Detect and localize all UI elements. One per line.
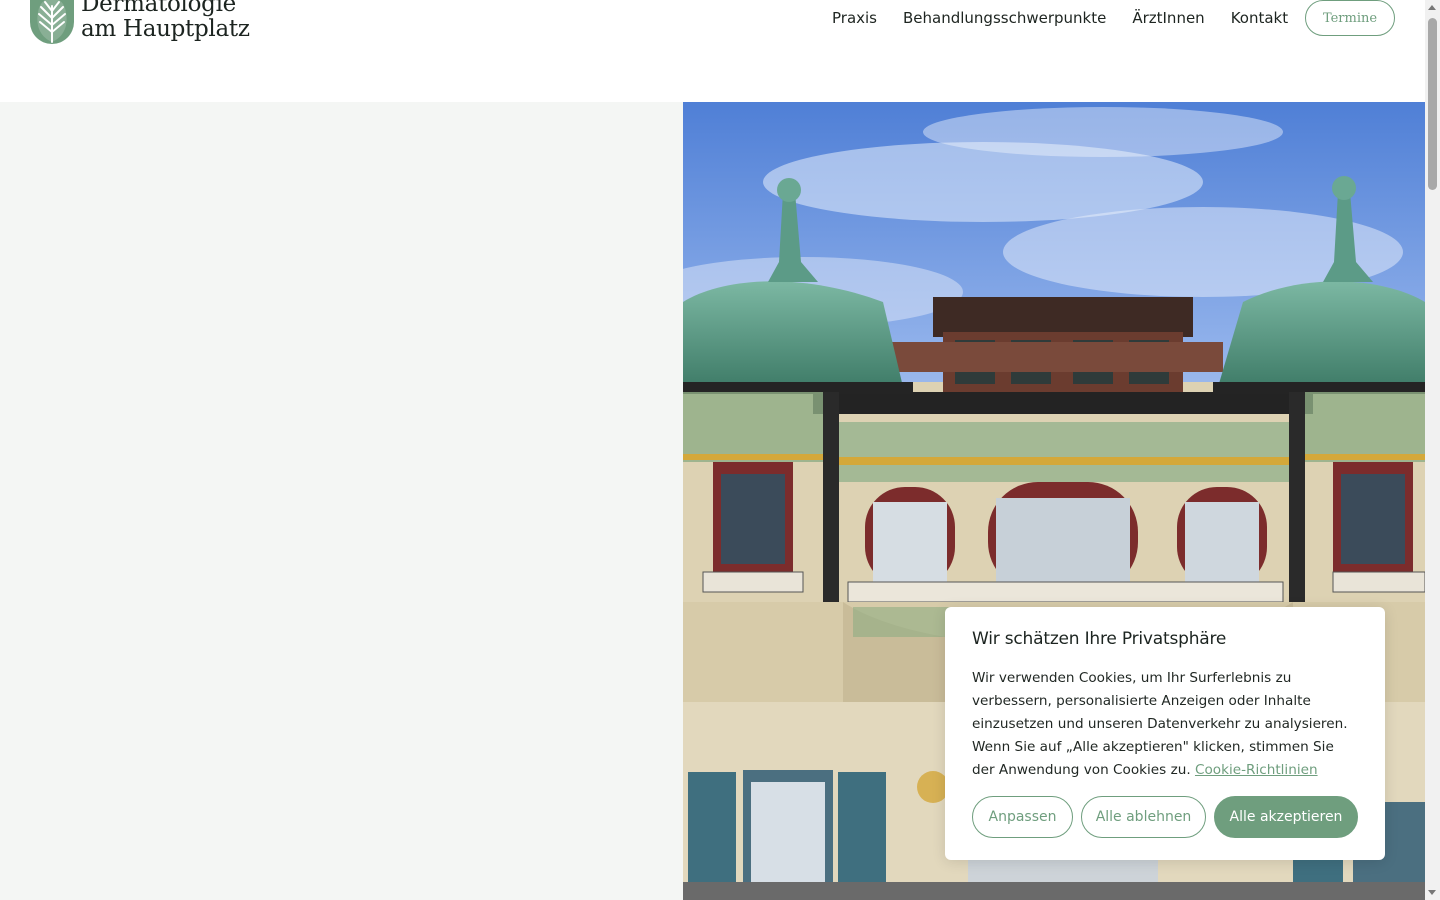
nav-item-behandlungsschwerpunkte[interactable]: Behandlungsschwerpunkte bbox=[903, 8, 1106, 28]
cookie-consent-banner: Wir schätzen Ihre Privatsphäre Wir verwe… bbox=[945, 607, 1385, 860]
cookie-title: Wir schätzen Ihre Privatsphäre bbox=[972, 629, 1227, 649]
scroll-down-arrow-icon[interactable] bbox=[1428, 890, 1436, 895]
page-scrollbar[interactable] bbox=[1425, 0, 1440, 900]
cookie-text: Wir verwenden Cookies, um Ihr Surferlebn… bbox=[972, 667, 1358, 782]
nav-item-praxis[interactable]: Praxis bbox=[832, 8, 877, 28]
logo-line-2: am Hauptplatz bbox=[81, 16, 250, 42]
site-header: Dermatologie am Hauptplatz Praxis Behand… bbox=[0, 0, 1425, 102]
nav-item-aerztinnen[interactable]: ÄrztInnen bbox=[1132, 8, 1204, 28]
termine-button[interactable]: Termine bbox=[1305, 0, 1395, 36]
logo[interactable]: Dermatologie am Hauptplatz bbox=[30, 0, 250, 44]
nav-item-kontakt[interactable]: Kontakt bbox=[1231, 8, 1288, 28]
cookie-policy-link[interactable]: Cookie-Richtlinien bbox=[1195, 762, 1318, 778]
main-nav: Praxis Behandlungsschwerpunkte ÄrztInnen… bbox=[832, 8, 1314, 28]
logo-line-1: Dermatologie bbox=[81, 0, 236, 17]
scroll-thumb[interactable] bbox=[1428, 18, 1437, 190]
customize-button[interactable]: Anpassen bbox=[972, 796, 1073, 838]
scroll-up-arrow-icon[interactable] bbox=[1428, 5, 1436, 10]
reject-all-button[interactable]: Alle ablehnen bbox=[1081, 796, 1206, 838]
accept-all-button[interactable]: Alle akzeptieren bbox=[1214, 796, 1358, 838]
hero-left-panel bbox=[0, 102, 683, 900]
cookie-buttons: Anpassen Alle ablehnen Alle akzeptieren bbox=[972, 796, 1366, 838]
leaf-icon bbox=[30, 0, 74, 44]
logo-text: Dermatologie am Hauptplatz bbox=[81, 0, 250, 42]
